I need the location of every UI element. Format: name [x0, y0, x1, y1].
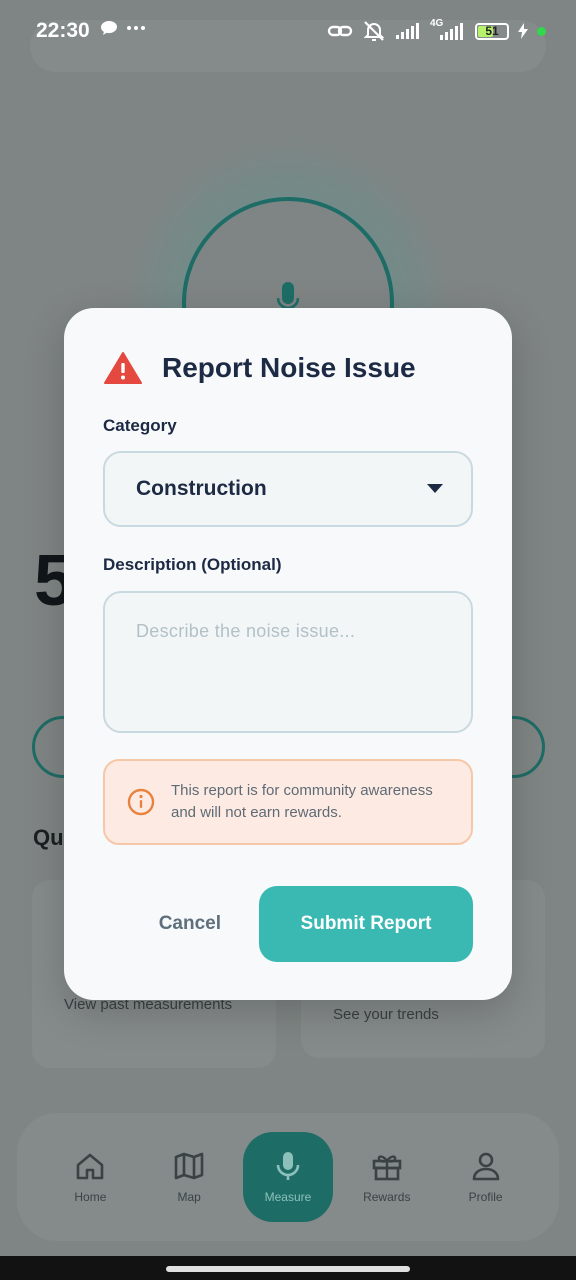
privacy-indicator-dot: [537, 26, 546, 36]
network-type: 4G: [430, 18, 444, 29]
more-dots-icon: [127, 26, 145, 30]
home-gesture-handle[interactable]: [166, 1266, 410, 1272]
nav-label-home: Home: [74, 1190, 107, 1204]
status-bar: 22:30 4G 51: [0, 0, 576, 64]
category-label: Category: [103, 416, 177, 435]
dialog-actions: Cancel Submit Report: [103, 886, 473, 962]
description-label: Description (Optional): [103, 555, 282, 574]
person-icon: [472, 1152, 499, 1181]
stats-card-subtitle: See your trends: [333, 1006, 439, 1023]
nav-item-profile[interactable]: Profile: [441, 1122, 531, 1232]
dialog-header: Report Noise Issue: [104, 348, 473, 388]
chat-bubble-icon: [101, 21, 117, 35]
nav-label-map: Map: [177, 1190, 201, 1204]
info-icon: [127, 788, 155, 816]
notice-text: This report is for community awareness a…: [171, 782, 433, 821]
nav-item-measure[interactable]: Measure: [242, 1132, 333, 1222]
report-noise-dialog: Report Noise Issue Category Construction…: [64, 308, 512, 1000]
cancel-button[interactable]: Cancel: [159, 913, 221, 935]
charging-bolt-icon: [518, 23, 528, 39]
nav-label-rewards: Rewards: [363, 1190, 411, 1204]
map-icon: [174, 1152, 204, 1180]
submit-report-button[interactable]: Submit Report: [259, 886, 473, 962]
description-input[interactable]: Describe the noise issue...: [103, 591, 473, 733]
info-notice: This report is for community awareness a…: [103, 759, 473, 845]
bell-muted-icon: [363, 21, 385, 41]
signal-icon: [396, 23, 419, 39]
bottom-nav: Home Map Measure Rewards Profile: [17, 1113, 559, 1241]
quick-actions-title: Qu: [33, 825, 64, 850]
chevron-down-icon: [427, 484, 443, 493]
nav-item-map[interactable]: Map: [144, 1122, 234, 1232]
signal-4g-indicator: 4G: [430, 18, 466, 41]
link-icon: [327, 25, 353, 37]
status-right-icons: 4G 51: [327, 18, 546, 42]
nav-label-measure: Measure: [264, 1190, 312, 1204]
category-select[interactable]: Construction: [103, 451, 473, 527]
battery-level: 51: [485, 24, 499, 38]
warning-icon: [104, 352, 142, 384]
system-nav-bar: [0, 1256, 576, 1280]
battery-icon: 51: [475, 22, 509, 40]
nav-label-profile: Profile: [468, 1190, 503, 1204]
dialog-title: Report Noise Issue: [162, 352, 416, 383]
mic-icon: [276, 1152, 300, 1180]
nav-item-rewards[interactable]: Rewards: [342, 1122, 432, 1232]
home-icon: [77, 1153, 104, 1180]
category-selected-value: Construction: [136, 477, 267, 500]
description-placeholder: Describe the noise issue...: [136, 621, 356, 641]
nav-item-home[interactable]: Home: [45, 1122, 135, 1232]
gift-icon: [372, 1155, 402, 1181]
status-time: 22:30: [36, 19, 90, 42]
status-left-icons: [100, 20, 146, 36]
